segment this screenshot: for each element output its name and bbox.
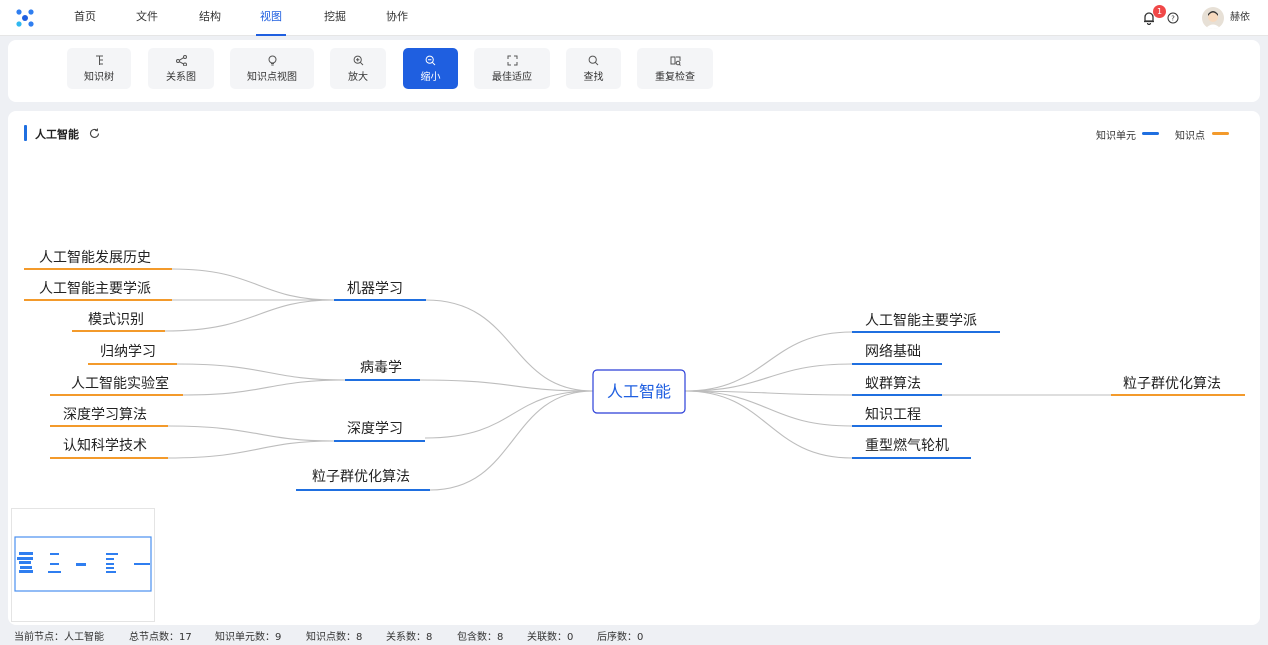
zoom-out-button[interactable]: 缩小 <box>403 48 458 89</box>
avatar-icon <box>1205 11 1221 29</box>
help-icon[interactable]: ? <box>1167 12 1179 24</box>
point-node-deep-learning-algorithm[interactable]: 深度学习算法 <box>63 407 147 423</box>
svg-text:?: ? <box>1171 15 1175 23</box>
status-association-count: 关联数：0 <box>527 632 574 643</box>
app-logo-icon[interactable] <box>16 9 34 27</box>
status-relation-count: 关系数：8 <box>386 632 433 643</box>
duplicate-check-button[interactable]: 重复检查 <box>637 48 713 89</box>
best-fit-label: 最佳适应 <box>492 72 532 83</box>
knowledge-tree-label: 知识树 <box>84 72 114 83</box>
status-bar: 当前节点：人工智能 总节点数：17 知识单元数：9 知识点数：8 关系数：8 包… <box>0 627 1268 645</box>
nav-view[interactable]: 视图 <box>256 0 286 36</box>
zoom-out-icon <box>425 55 436 66</box>
fit-icon <box>507 55 517 66</box>
point-node-cognitive-science[interactable]: 认知科学技术 <box>63 437 147 454</box>
knowledge-point-view-button[interactable]: 知识点视图 <box>230 48 314 89</box>
knowledge-point-view-label: 知识点视图 <box>247 72 297 83</box>
search-button[interactable]: 查找 <box>566 48 621 89</box>
avatar[interactable] <box>1202 7 1224 29</box>
knowledge-tree-button[interactable]: 知识树 <box>67 48 131 89</box>
status-unit-count: 知识单元数：9 <box>215 632 282 643</box>
zoom-in-button[interactable]: 放大 <box>330 48 386 89</box>
best-fit-button[interactable]: 最佳适应 <box>474 48 550 89</box>
mindmap-canvas[interactable]: 人工智能 机器学习 病毒学 深度学习 粒子群优化算法 人工智能发展历史 人工智能… <box>8 111 1260 625</box>
zoom-out-label: 缩小 <box>420 72 441 83</box>
status-contain-count: 包含数：8 <box>457 632 504 643</box>
search-icon <box>588 55 599 66</box>
status-total-nodes: 总节点数：17 <box>129 632 192 643</box>
zoom-in-label: 放大 <box>348 72 368 83</box>
unit-node-virology[interactable]: 病毒学 <box>360 360 402 376</box>
point-node-ai-history[interactable]: 人工智能发展历史 <box>39 250 151 266</box>
status-point-count: 知识点数：8 <box>306 632 363 643</box>
unit-node-pso-left[interactable]: 粒子群优化算法 <box>312 469 410 485</box>
unit-node-ant-colony[interactable]: 蚁群算法 <box>865 376 921 392</box>
status-sequence-count: 后序数：0 <box>597 632 644 643</box>
unit-node-knowledge-engineering[interactable]: 知识工程 <box>865 406 921 423</box>
unit-node-deep-learning[interactable]: 深度学习 <box>347 421 403 437</box>
duplicate-check-label: 重复检查 <box>655 72 695 83</box>
search-label: 查找 <box>583 72 604 83</box>
nav-mining[interactable]: 挖掘 <box>320 0 350 36</box>
nav-structure[interactable]: 结构 <box>195 0 225 36</box>
unit-node-gas-turbine[interactable]: 重型燃气轮机 <box>865 437 949 454</box>
point-node-pso-right[interactable]: 粒子群优化算法 <box>1123 376 1221 392</box>
status-current-node: 当前节点：人工智能 <box>14 632 104 643</box>
view-toolbar: 知识树 关系图 知识点视图 放大 缩小 最佳适应 查找 重复检查 <box>8 40 1260 102</box>
tree-icon <box>95 55 103 65</box>
duplicate-check-icon <box>670 56 681 66</box>
top-nav: 首页 文件 结构 视图 挖掘 协作 1 ? 赫依 <box>0 0 1268 36</box>
nav-collaboration[interactable]: 协作 <box>382 0 412 36</box>
point-node-ai-schools[interactable]: 人工智能主要学派 <box>39 281 151 297</box>
bulb-icon <box>268 55 276 66</box>
unit-node-machine-learning[interactable]: 机器学习 <box>347 281 403 297</box>
zoom-in-icon <box>353 55 363 66</box>
nav-file[interactable]: 文件 <box>132 0 162 36</box>
unit-node-ai-schools-right[interactable]: 人工智能主要学派 <box>865 313 977 329</box>
point-node-ai-lab[interactable]: 人工智能实验室 <box>71 375 169 392</box>
graph-icon <box>175 55 187 66</box>
mindmap-panel: 人工智能 知识单元 知识点 人工智能 机器学习 病毒学 深度学习 粒子群优化算法… <box>8 111 1260 625</box>
minimap[interactable] <box>11 508 155 622</box>
minimap-canvas <box>14 536 152 592</box>
point-node-pattern-recognition[interactable]: 模式识别 <box>88 312 144 328</box>
unit-node-network-basics[interactable]: 网络基础 <box>865 343 921 360</box>
user-name[interactable]: 赫依 <box>1230 0 1250 36</box>
notification-badge: 1 <box>1153 5 1166 18</box>
nav-home[interactable]: 首页 <box>70 0 100 36</box>
point-node-inductive-learning[interactable]: 归纳学习 <box>100 343 156 360</box>
mindmap-root-node[interactable]: 人工智能 <box>607 382 671 401</box>
relation-graph-button[interactable]: 关系图 <box>148 48 214 89</box>
relation-graph-label: 关系图 <box>166 72 196 83</box>
